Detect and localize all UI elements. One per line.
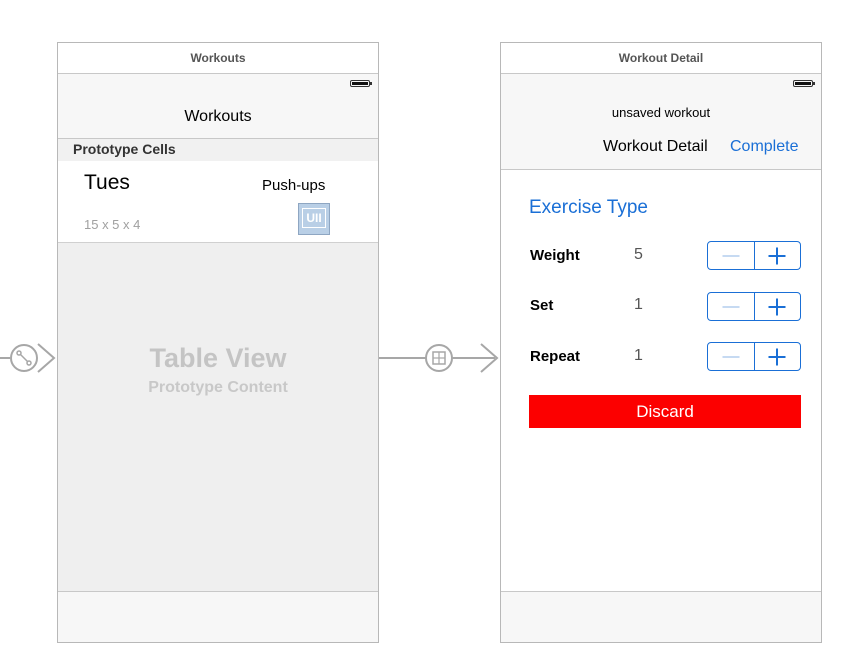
cell-day-label: Tues — [84, 171, 130, 194]
scene-title[interactable]: Workouts — [58, 43, 378, 74]
status-bar — [501, 74, 821, 94]
repeat-label: Repeat — [530, 348, 581, 365]
navigation-bar: unsaved workout Workout Detail Complete — [501, 94, 821, 170]
table-view-title: Table View — [149, 343, 287, 373]
workout-detail-scene[interactable]: Workout Detail unsaved workout Workout D… — [500, 42, 822, 643]
scene-title[interactable]: Workout Detail — [501, 43, 821, 74]
increment-button[interactable] — [753, 293, 801, 320]
set-value: 1 — [634, 296, 643, 313]
nav-title: Workout Detail — [603, 138, 708, 155]
decrement-button[interactable] — [708, 343, 754, 370]
navigation-bar: Workouts — [58, 94, 378, 139]
status-bar — [58, 74, 378, 94]
toolbar — [58, 591, 378, 642]
prototype-cell[interactable]: Tues Push-ups 15 x 5 x 4 UII — [58, 161, 378, 243]
decrement-button[interactable] — [708, 293, 754, 320]
workouts-scene[interactable]: Workouts Workouts Prototype Cells Tues P… — [57, 42, 379, 643]
exercise-type-button[interactable]: Exercise Type — [529, 197, 648, 219]
increment-button[interactable] — [753, 242, 801, 269]
nav-prompt: unsaved workout — [611, 105, 711, 120]
image-placeholder-label: UII — [302, 208, 326, 228]
weight-value: 5 — [634, 246, 643, 263]
content-view: Exercise Type Weight 5 Set 1 Repeat 1 Di… — [501, 170, 821, 592]
repeat-value: 1 — [634, 347, 643, 364]
table-view-subtitle: Prototype Content — [148, 379, 288, 396]
image-view-placeholder[interactable]: UII — [298, 203, 330, 235]
relationship-segue-icon — [379, 343, 499, 373]
section-header: Prototype Cells — [58, 139, 378, 161]
entry-point-arrow-icon — [0, 343, 56, 373]
minus-icon — [722, 356, 740, 357]
toolbar — [501, 591, 821, 642]
cell-exercise-label: Push-ups — [262, 177, 326, 194]
increment-button[interactable] — [753, 343, 801, 370]
relationship-segue[interactable] — [379, 340, 501, 376]
battery-icon — [793, 80, 815, 87]
set-label: Set — [530, 297, 554, 314]
set-stepper[interactable] — [707, 292, 801, 321]
table-view[interactable]: Table View Prototype Content — [58, 243, 378, 592]
weight-stepper[interactable] — [707, 241, 801, 270]
repeat-stepper[interactable] — [707, 342, 801, 371]
entry-point-arrow[interactable] — [0, 340, 58, 376]
battery-icon — [350, 80, 372, 87]
weight-label: Weight — [530, 247, 580, 264]
minus-icon — [722, 306, 740, 307]
cell-detail-label: 15 x 5 x 4 — [84, 217, 141, 232]
decrement-button[interactable] — [708, 242, 754, 269]
nav-title: Workouts — [184, 108, 252, 125]
discard-button[interactable]: Discard — [529, 395, 801, 428]
minus-icon — [722, 255, 740, 256]
complete-button[interactable]: Complete — [730, 138, 798, 156]
